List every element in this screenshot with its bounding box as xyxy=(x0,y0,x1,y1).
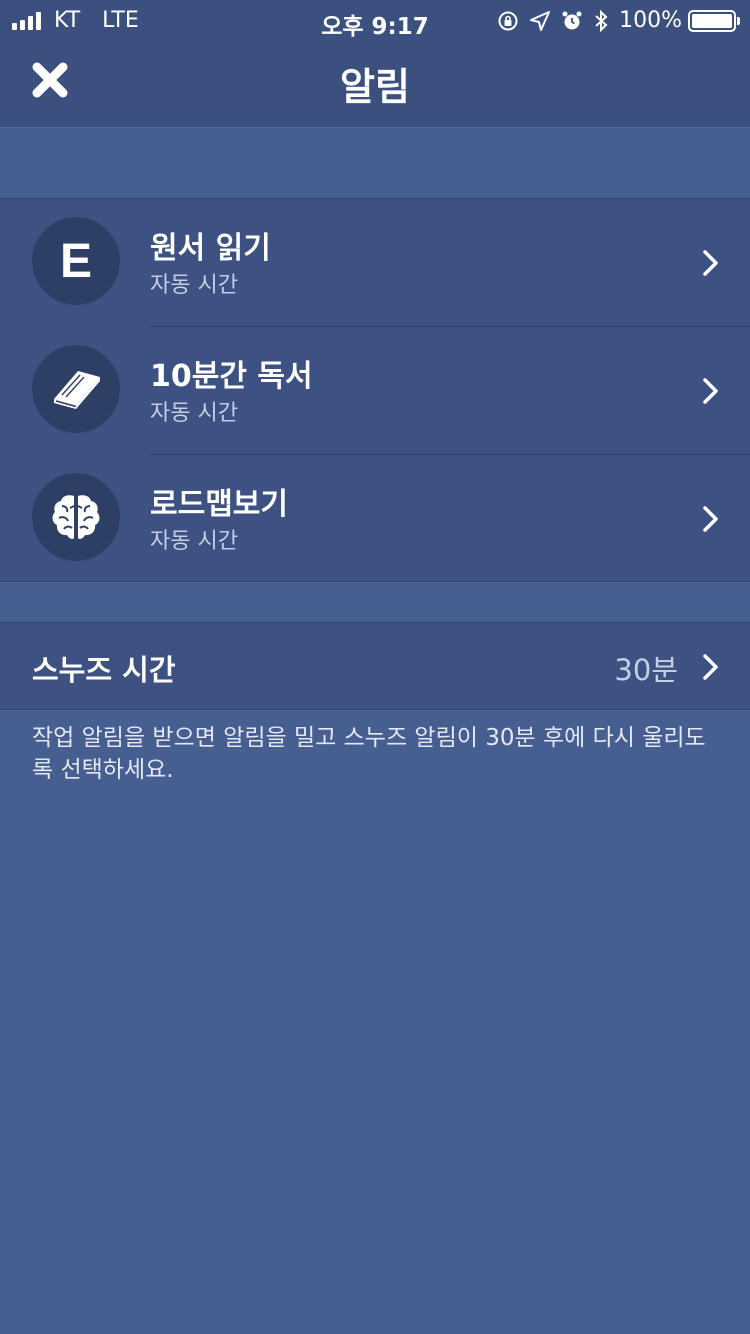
reminder-row-10min-reading[interactable]: 10분간 독서 자동 시간 xyxy=(0,327,750,455)
nav-header: KT LTE 오후 9:17 100% 알림 xyxy=(0,0,750,128)
alarm-icon xyxy=(562,11,582,29)
snooze-time-row[interactable]: 스누즈 시간 30분 xyxy=(0,622,750,710)
letter-e-icon: E xyxy=(59,234,92,288)
reminder-subtitle: 자동 시간 xyxy=(150,273,238,298)
reminder-title: 10분간 독서 xyxy=(150,359,313,394)
battery-icon xyxy=(688,9,740,32)
reminder-subtitle: 자동 시간 xyxy=(150,529,238,554)
snooze-value: 30분 xyxy=(614,653,678,687)
chevron-right-icon xyxy=(703,378,718,404)
avatar xyxy=(32,473,120,561)
chevron-right-icon xyxy=(703,654,718,680)
reminder-title: 원서 읽기 xyxy=(150,231,271,266)
status-bar: KT LTE 오후 9:17 100% xyxy=(0,0,750,40)
reminder-row-reading[interactable]: E 원서 읽기 자동 시간 xyxy=(0,199,750,327)
reminder-list: E 원서 읽기 자동 시간 10분간 독서 자동 시간 로드맵보기 자동 시간 xyxy=(0,198,750,582)
brain-icon xyxy=(52,495,100,539)
avatar xyxy=(32,345,120,433)
bluetooth-icon xyxy=(595,9,608,32)
chevron-right-icon xyxy=(703,250,718,276)
book-icon xyxy=(54,371,100,409)
reminder-title: 로드맵보기 xyxy=(150,487,288,522)
snooze-description: 작업 알림을 받으면 알림을 밀고 스누즈 알림이 30분 후에 다시 울리도록… xyxy=(32,725,706,783)
page-title: 알림 xyxy=(340,65,410,109)
rotation-lock-icon xyxy=(498,11,518,30)
location-icon xyxy=(530,10,551,31)
chevron-right-icon xyxy=(703,506,718,532)
snooze-label: 스누즈 시간 xyxy=(32,653,176,687)
battery-label: 100% xyxy=(619,8,682,33)
avatar: E xyxy=(32,217,120,305)
reminder-row-roadmap[interactable]: 로드맵보기 자동 시간 xyxy=(0,455,750,583)
status-right: 100% xyxy=(497,8,740,33)
reminder-subtitle: 자동 시간 xyxy=(150,401,238,426)
